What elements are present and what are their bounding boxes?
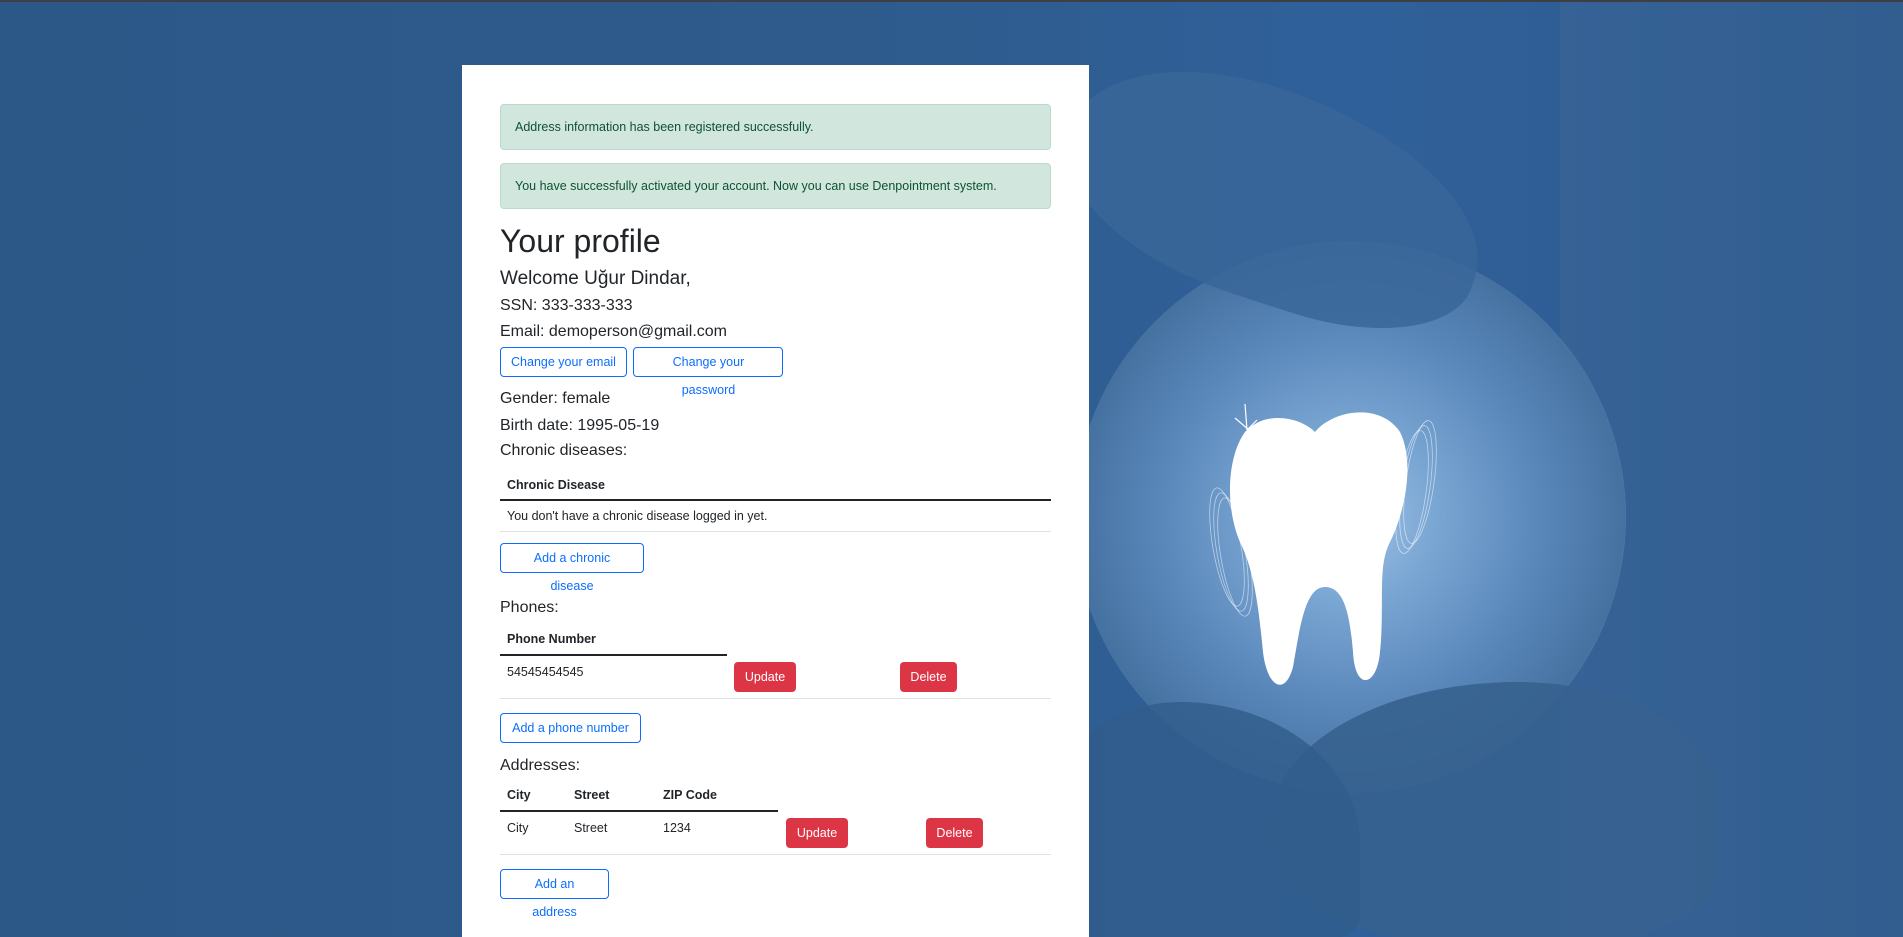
chronic-diseases-label: Chronic diseases: bbox=[500, 442, 628, 459]
empty-message: You don't have a chronic disease logged … bbox=[500, 500, 1051, 532]
ssn-text: SSN: 333-333-333 bbox=[500, 297, 633, 314]
page-title: Your profile bbox=[500, 223, 661, 259]
change-email-button[interactable]: Change your email bbox=[500, 347, 627, 377]
email-text: Email: demoperson@gmail.com bbox=[500, 323, 727, 340]
chronic-diseases-table: Chronic Disease You don't have a chronic… bbox=[500, 470, 1051, 532]
gender-text: Gender: female bbox=[500, 390, 611, 407]
address-street: Street bbox=[574, 821, 608, 835]
welcome-message: Welcome Uğur Dindar, bbox=[500, 268, 691, 289]
add-chronic-disease-button[interactable]: Add a chronic disease bbox=[500, 543, 644, 593]
alert-text: Address information has been registered … bbox=[515, 120, 814, 134]
column-header-chronic-disease: Chronic Disease bbox=[500, 470, 1051, 501]
alert-address-registered: Address information has been registered … bbox=[500, 104, 1051, 150]
tooth-icon bbox=[1209, 403, 1437, 685]
delete-phone-button[interactable]: Delete bbox=[900, 662, 957, 692]
table-row-empty: You don't have a chronic disease logged … bbox=[500, 500, 1051, 532]
add-phone-number-button[interactable]: Add a phone number bbox=[500, 713, 641, 743]
update-phone-button[interactable]: Update bbox=[734, 662, 796, 692]
add-address-button[interactable]: Add an address bbox=[500, 869, 609, 919]
column-header-phone-number: Phone Number bbox=[500, 628, 727, 656]
phone-table-row: 54545454545 Update Delete bbox=[500, 658, 1051, 699]
addresses-label: Addresses: bbox=[500, 757, 581, 774]
change-password-button[interactable]: Change your password bbox=[633, 347, 784, 397]
address-zip: 1234 bbox=[663, 821, 691, 835]
alert-account-activated: You have successfully activated your acc… bbox=[500, 163, 1051, 209]
alert-text: You have successfully activated your acc… bbox=[515, 179, 997, 193]
delete-address-button[interactable]: Delete bbox=[926, 818, 983, 848]
update-address-button[interactable]: Update bbox=[786, 818, 848, 848]
address-table-header: City Street ZIP Code bbox=[500, 784, 778, 812]
column-header-city: City bbox=[507, 788, 531, 802]
phone-number: 54545454545 bbox=[507, 665, 584, 679]
column-header-zip: ZIP Code bbox=[663, 788, 717, 802]
table-header-row: Chronic Disease bbox=[500, 470, 1051, 501]
address-city: City bbox=[507, 821, 529, 835]
column-header-street: Street bbox=[574, 788, 610, 802]
address-table-row: City Street 1234 Update Delete bbox=[500, 814, 1051, 855]
phones-label: Phones: bbox=[500, 599, 559, 616]
birth-date-text: Birth date: 1995-05-19 bbox=[500, 417, 660, 434]
account-actions: Change your email Change your password bbox=[500, 347, 784, 397]
